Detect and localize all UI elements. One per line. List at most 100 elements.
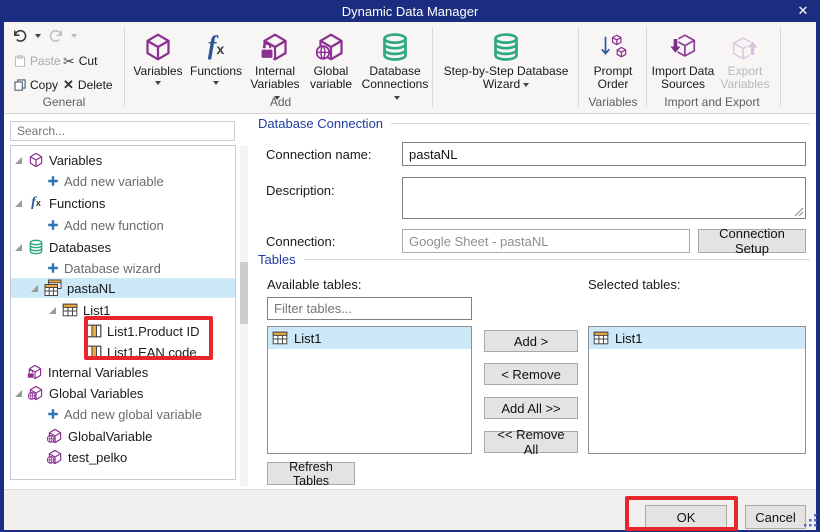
- ribbon-separator: [124, 27, 125, 107]
- scrollbar-thumb[interactable]: [240, 262, 248, 324]
- tree-expanded-icon[interactable]: [13, 155, 23, 165]
- tree-item-pastanl[interactable]: pastaNL: [11, 278, 235, 298]
- connection-name-label: Connection name:: [266, 147, 372, 162]
- selected-tables-label: Selected tables:: [588, 277, 681, 292]
- filter-tables-input[interactable]: [267, 297, 472, 320]
- table-icon: [62, 302, 78, 318]
- tree-item-globalvariable[interactable]: GlobalVariable: [11, 426, 235, 446]
- prompt-order-icon: [598, 32, 628, 62]
- databases-icon: [28, 239, 44, 255]
- add-plus-icon: [47, 408, 59, 420]
- tree-item-add-new-global-variable[interactable]: Add new global variable: [11, 404, 235, 424]
- add-plus-icon: [47, 175, 59, 187]
- connection-value-input[interactable]: [402, 229, 690, 253]
- ribbon-separator: [432, 27, 433, 107]
- add-table-button[interactable]: Add >: [484, 330, 578, 352]
- undo-caret-icon: [35, 34, 41, 38]
- available-table-list-item[interactable]: List1: [268, 327, 471, 349]
- tree-expanded-icon[interactable]: [13, 242, 23, 252]
- section-rule: [304, 259, 810, 260]
- ok-button[interactable]: OK: [645, 505, 727, 529]
- tree-item-test-pelko[interactable]: test_pelko: [11, 447, 235, 467]
- tree-item-internal-variables[interactable]: Internal Variables: [11, 362, 235, 382]
- tree-item-global-variables[interactable]: Global Variables: [11, 383, 235, 403]
- tree-expanded-icon[interactable]: [47, 305, 57, 315]
- tree-expanded-icon[interactable]: [13, 388, 23, 398]
- internal-variables-cube-lock-icon: [260, 32, 290, 62]
- section-title: Tables: [258, 252, 296, 267]
- window-border-right: [816, 22, 820, 532]
- copy-icon: [14, 79, 26, 91]
- search-input[interactable]: [10, 121, 235, 141]
- tree-item-list1[interactable]: List1: [11, 300, 235, 320]
- tree-item-list1-product-id[interactable]: List1.Product ID: [11, 321, 235, 341]
- variables-caret-icon: [155, 81, 161, 85]
- section-rule: [391, 123, 810, 124]
- cancel-button[interactable]: Cancel: [745, 505, 806, 529]
- tree-expanded-icon[interactable]: [13, 198, 23, 208]
- ribbon-separator: [780, 27, 781, 107]
- database-wizard-icon: [491, 32, 521, 62]
- global-variable-cube-globe-icon: [47, 449, 63, 465]
- tree-item-list1-ean-code[interactable]: List1.EAN code: [11, 342, 235, 362]
- copy-button[interactable]: Copy: [14, 75, 58, 95]
- tree-item-functions[interactable]: fx Functions: [11, 193, 235, 213]
- selected-tables-listbox[interactable]: List1: [588, 326, 806, 454]
- undo-button[interactable]: [12, 26, 41, 46]
- table-field-icon: [86, 344, 102, 360]
- connection-label: Connection:: [266, 234, 335, 249]
- tree-item-variables[interactable]: Variables: [11, 150, 235, 170]
- connection-setup-button[interactable]: Connection Setup: [698, 229, 806, 253]
- close-icon[interactable]: ✕: [788, 0, 818, 22]
- cut-button[interactable]: ✂ Cut: [63, 51, 97, 71]
- delete-icon: ✕: [63, 77, 74, 93]
- group-label-variables: Variables: [582, 95, 644, 109]
- paste-button[interactable]: Paste: [14, 51, 61, 71]
- tree-item-add-new-function[interactable]: Add new function: [11, 215, 235, 235]
- ribbon: Paste ✂ Cut Copy ✕ Delete General Variab…: [4, 22, 816, 114]
- title-bar: Dynamic Data Manager: [0, 0, 820, 22]
- description-textarea[interactable]: [402, 177, 806, 219]
- dynamic-data-manager-dialog: Dynamic Data Manager ✕ Paste ✂ Cut: [0, 0, 820, 532]
- tree-expanded-icon[interactable]: [29, 283, 39, 293]
- global-variable-cube-globe-icon: [316, 32, 346, 62]
- section-tables: Tables: [258, 252, 810, 267]
- table-icon: [593, 330, 609, 346]
- section-title: Database Connection: [258, 116, 383, 131]
- add-plus-icon: [47, 262, 59, 274]
- refresh-tables-button[interactable]: Refresh Tables: [267, 462, 355, 485]
- cut-icon: ✂: [63, 53, 75, 70]
- delete-button[interactable]: ✕ Delete: [63, 75, 113, 95]
- variables-cube-icon: [143, 32, 173, 62]
- selected-table-list-item[interactable]: List1: [589, 327, 805, 349]
- undo-icon: [12, 28, 28, 44]
- window-resize-grip[interactable]: [804, 514, 818, 528]
- wizard-caret-icon: [523, 83, 529, 87]
- section-database-connection: Database Connection: [258, 116, 810, 131]
- redo-button[interactable]: [48, 26, 77, 46]
- textarea-resize-grip[interactable]: [794, 207, 804, 217]
- tree-item-add-new-variable[interactable]: Add new variable: [11, 171, 235, 191]
- remove-table-button[interactable]: < Remove: [484, 363, 578, 385]
- internal-variables-cube-lock-icon: [27, 364, 43, 380]
- group-label-general: General: [8, 95, 120, 109]
- variables-cube-icon: [28, 152, 44, 168]
- add-plus-icon: [47, 219, 59, 231]
- global-variables-cube-globe-icon: [28, 385, 44, 401]
- redo-caret-icon: [71, 34, 77, 38]
- functions-caret-icon: [213, 81, 219, 85]
- group-label-add: Add: [130, 95, 431, 109]
- functions-fx-icon: fx: [208, 33, 224, 62]
- available-tables-listbox[interactable]: List1: [267, 326, 472, 454]
- table-field-icon: [86, 323, 102, 339]
- database-tables-icon: [44, 279, 62, 297]
- tree-item-database-wizard[interactable]: Database wizard: [11, 258, 235, 278]
- paste-icon: [14, 55, 26, 67]
- connection-name-input[interactable]: [402, 142, 806, 166]
- tree-item-databases[interactable]: Databases: [11, 237, 235, 257]
- step-by-step-database-wizard-button[interactable]: Step-by-Step Database Wizard: [436, 25, 576, 109]
- table-icon: [272, 330, 288, 346]
- remove-all-tables-button[interactable]: << Remove All: [484, 431, 578, 453]
- window-title: Dynamic Data Manager: [342, 4, 479, 19]
- add-all-tables-button[interactable]: Add All >>: [484, 397, 578, 419]
